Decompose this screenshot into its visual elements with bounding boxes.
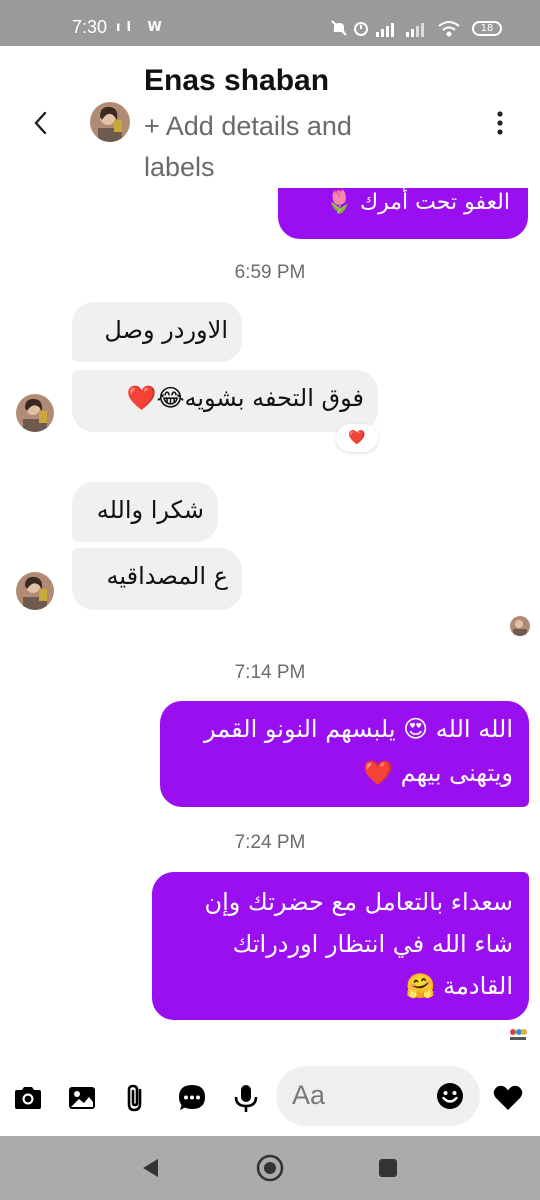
mute-icon: [331, 20, 347, 36]
heart-icon[interactable]: [492, 1082, 524, 1114]
message-bubble-incoming[interactable]: ع المصداقيه: [72, 548, 242, 610]
battery-level: 18: [480, 23, 494, 34]
wifi-icon: [438, 21, 460, 37]
chat-bubble-icon[interactable]: [176, 1082, 208, 1114]
message-text: الاوردر وصل: [104, 316, 228, 344]
message-text-line: ويتهنى بيهم ❤️: [363, 759, 513, 787]
image-icon[interactable]: [66, 1082, 98, 1114]
heart-reaction-icon: ❤️: [348, 430, 366, 446]
read-receipt-sticker: [508, 1024, 528, 1044]
message-input[interactable]: Aa: [276, 1066, 480, 1126]
add-details-link[interactable]: + Add details and labels: [144, 106, 414, 188]
message-bubble-outgoing[interactable]: الله الله 😍 يلبسهم النونو القمر ويتهنى ب…: [160, 701, 529, 807]
timestamp: 6:59 PM: [234, 262, 306, 283]
message-text: شكرا والله: [96, 496, 204, 524]
status-notification-icons: ıl W: [116, 20, 168, 35]
smiley-icon[interactable]: [436, 1082, 464, 1110]
message-bubble-outgoing[interactable]: العفو تحت أمرك 🌷: [278, 188, 528, 239]
microphone-icon[interactable]: [230, 1082, 262, 1114]
signal-icon-1: [376, 23, 394, 37]
timestamp: 7:24 PM: [234, 832, 306, 853]
battery-indicator: 18: [472, 21, 502, 36]
sender-avatar[interactable]: [16, 572, 54, 610]
nav-home-icon[interactable]: [256, 1154, 284, 1182]
camera-icon[interactable]: [12, 1082, 44, 1114]
message-composer: Aa: [0, 1060, 540, 1136]
paperclip-icon[interactable]: [120, 1082, 152, 1114]
nav-recents-icon[interactable]: [376, 1156, 400, 1180]
message-bubble-incoming[interactable]: فوق التحفه بشويه😂❤️: [72, 370, 378, 432]
contact-name[interactable]: Enas shaban: [144, 64, 329, 98]
message-text-line: الله الله 😍 يلبسهم النونو القمر: [204, 715, 513, 743]
status-bar: 7:30 ıl W 18: [0, 0, 540, 46]
sender-avatar[interactable]: [16, 394, 54, 432]
message-bubble-outgoing[interactable]: سعداء بالتعامل مع حضرتك وإن شاء الله في …: [152, 872, 529, 1020]
message-bubble-incoming[interactable]: شكرا والله: [72, 482, 218, 542]
back-arrow-icon[interactable]: [26, 108, 56, 138]
message-bubble-incoming[interactable]: الاوردر وصل: [72, 302, 242, 362]
message-text: ع المصداقيه: [106, 562, 228, 590]
message-list[interactable]: العفو تحت أمرك 🌷 6:59 PM الاوردر وصل فوق…: [0, 188, 540, 1060]
nav-back-icon[interactable]: [138, 1156, 162, 1180]
message-text: العفو تحت أمرك 🌷: [325, 190, 510, 215]
read-receipt-avatar: [510, 616, 530, 636]
alarm-icon: [354, 22, 368, 36]
message-input-placeholder: Aa: [292, 1080, 326, 1110]
status-time: 7:30: [72, 17, 108, 37]
more-options-icon[interactable]: [490, 110, 510, 136]
message-text-line: شاء الله في انتظار اوردراتك: [232, 930, 513, 958]
contact-avatar[interactable]: [90, 102, 130, 142]
conversation-header: Enas shaban + Add details and labels: [0, 46, 540, 188]
system-navigation-bar: [0, 1136, 540, 1200]
message-reaction[interactable]: ❤️: [336, 424, 378, 452]
message-text-line: القادمة 🤗: [405, 972, 513, 1000]
message-text-line: سعداء بالتعامل مع حضرتك وإن: [204, 888, 513, 916]
message-text: فوق التحفه بشويه😂❤️: [126, 384, 364, 412]
signal-icon-2: [406, 23, 424, 37]
timestamp: 7:14 PM: [234, 662, 306, 683]
